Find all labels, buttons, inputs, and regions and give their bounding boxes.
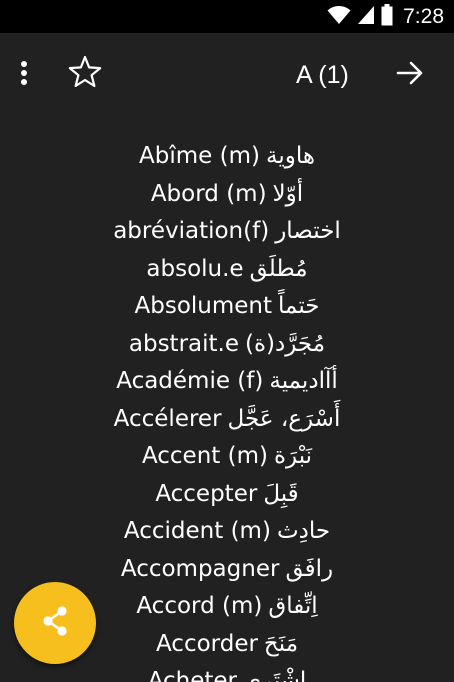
list-item[interactable]: Abord (m) أوّلا — [0, 176, 454, 214]
french-word: Acheter — [147, 668, 238, 682]
french-word: Accent (m) — [141, 443, 268, 469]
french-word: Abord (m) — [150, 180, 267, 207]
star-outline-icon — [67, 54, 103, 94]
list-item[interactable]: abstrait.e مُجَرَّد(ة) — [0, 326, 454, 364]
french-word: Accord (m) — [136, 593, 263, 619]
more-vert-icon — [20, 60, 28, 90]
arabic-word: هاوية — [265, 143, 315, 169]
arabic-word: مَنَحَ — [263, 630, 299, 657]
list-item[interactable]: Absolument حَتماً — [0, 288, 454, 326]
battery-icon — [381, 4, 393, 30]
list-item[interactable]: Abîme (m) هاوية — [0, 138, 454, 176]
arabic-word: حَتماً — [278, 293, 320, 319]
list-item[interactable]: Accident (m) حادِث — [0, 513, 454, 551]
list-item[interactable]: Académie (f) أآاديمية — [0, 363, 454, 401]
favorite-button[interactable] — [66, 55, 104, 93]
arabic-word: اِشْتَرى — [243, 668, 307, 682]
list-item[interactable]: abréviation(f) اختصار — [0, 213, 454, 251]
french-word: Absolument — [134, 293, 273, 319]
french-word: Accepter — [155, 480, 258, 507]
arrow-right-icon — [396, 60, 424, 90]
status-icons: 7:28 — [327, 4, 444, 30]
arabic-word: حادِث — [276, 518, 331, 544]
list-item[interactable]: Acheter اِشْتَرى — [0, 663, 454, 682]
french-word: Abîme (m) — [139, 143, 260, 169]
status-bar: 7:28 — [0, 0, 454, 33]
arabic-word: أوّلا — [272, 180, 304, 207]
next-letter-button[interactable] — [390, 57, 430, 93]
arabic-word: مُطلَق — [249, 255, 308, 282]
overflow-menu-button[interactable] — [12, 57, 36, 93]
cell-signal-icon — [357, 5, 375, 29]
arabic-word: اختصار — [275, 218, 341, 244]
arabic-word: رافَق — [285, 555, 334, 582]
list-item[interactable]: Accent (m) نَبْرَة — [0, 438, 454, 476]
french-word: Accélerer — [113, 405, 222, 432]
letter-title: A (1) — [296, 61, 349, 89]
arabic-word: مُجَرَّد(ة) — [245, 330, 326, 357]
list-item[interactable]: absolu.e مُطلَق — [0, 251, 454, 289]
arabic-word: نَبْرَة — [273, 443, 313, 469]
french-word: Académie (f) — [116, 368, 264, 394]
arabic-word: أآاديمية — [269, 368, 338, 394]
share-icon — [40, 605, 70, 641]
french-word: Accompagner — [120, 555, 280, 582]
french-word: abstrait.e — [128, 330, 239, 357]
arabic-word: أَسْرَع، عَجَّل — [227, 405, 341, 432]
arabic-word: اِتِّفاق — [268, 593, 318, 619]
toolbar: A (1) — [0, 33, 454, 115]
list-item[interactable]: Accepter قَبِلَ — [0, 476, 454, 514]
status-time: 7:28 — [403, 5, 444, 28]
french-word: abréviation(f) — [113, 218, 270, 244]
french-word: Accident (m) — [123, 518, 271, 544]
list-item[interactable]: Accompagner رافَق — [0, 551, 454, 589]
wifi-icon — [327, 5, 351, 29]
arabic-word: قَبِلَ — [263, 480, 299, 507]
french-word: Accorder — [155, 630, 258, 657]
share-button[interactable] — [14, 582, 96, 664]
french-word: absolu.e — [146, 255, 244, 282]
list-item[interactable]: Accélerer أَسْرَع، عَجَّل — [0, 401, 454, 439]
